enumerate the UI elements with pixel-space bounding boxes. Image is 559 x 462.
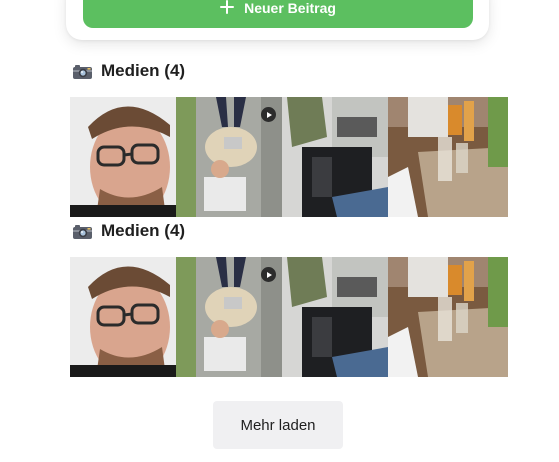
- portrait-photo: [70, 257, 176, 377]
- plus-icon: [220, 0, 235, 14]
- video-play-icon: [261, 267, 276, 282]
- seated-person-photo: [282, 257, 388, 377]
- media-thumbnail[interactable]: [176, 97, 282, 217]
- media-grid: [70, 257, 508, 377]
- media-thumbnail[interactable]: [70, 97, 176, 217]
- portrait-photo: [70, 97, 176, 217]
- media-section-title: Medien (4): [101, 221, 186, 240]
- media-thumbnail[interactable]: [176, 257, 282, 377]
- media-thumbnail[interactable]: [282, 257, 388, 377]
- seated-person-photo: [282, 97, 388, 217]
- new-post-label: Neuer Beitrag: [244, 0, 336, 16]
- new-post-button[interactable]: Neuer Beitrag: [83, 0, 473, 28]
- media-grid: [70, 97, 508, 217]
- camera-icon: [73, 64, 92, 79]
- table-drinks-photo: [388, 97, 508, 217]
- media-thumbnail[interactable]: [388, 257, 508, 377]
- media-thumbnail[interactable]: [282, 97, 388, 217]
- page: Neuer Beitrag Medien (4) Medien (4) Mehr…: [0, 0, 559, 462]
- table-drinks-photo: [388, 257, 508, 377]
- media-thumbnail[interactable]: [388, 97, 508, 217]
- video-play-icon: [261, 107, 276, 122]
- media-section-title: Medien (4): [101, 61, 186, 80]
- media-section-header: Medien (4): [72, 221, 185, 241]
- media-section-header: Medien (4): [72, 61, 185, 81]
- camera-icon: [73, 224, 92, 239]
- media-thumbnail[interactable]: [70, 257, 176, 377]
- load-more-button[interactable]: Mehr laden: [213, 401, 343, 449]
